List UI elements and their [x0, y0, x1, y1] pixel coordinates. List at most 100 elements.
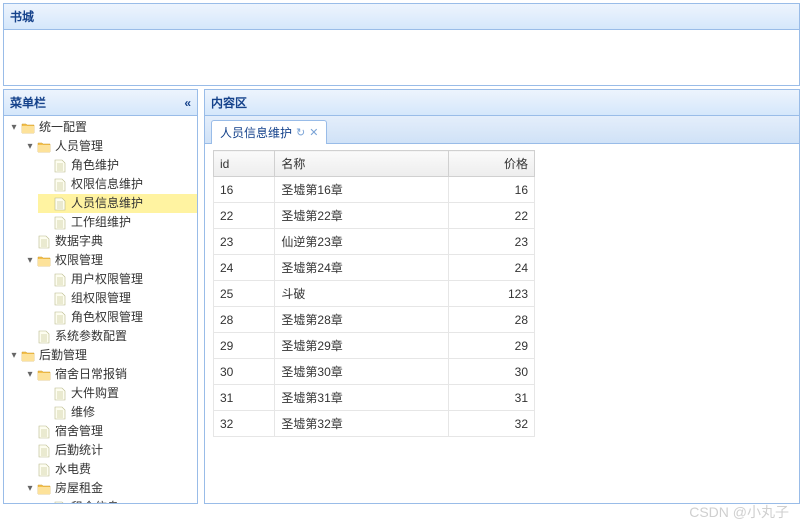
- cell-name: 圣墟第24章: [275, 255, 448, 281]
- tree-item[interactable]: 后勤统计: [22, 441, 197, 460]
- expand-toggle-icon[interactable]: ▾: [24, 138, 36, 155]
- file-icon: [52, 216, 68, 230]
- tree-node-label: 统一配置: [38, 119, 87, 136]
- tree-node-label: 水电费: [54, 461, 91, 478]
- data-grid: id名称价格16圣墟第16章1622圣墟第22章2223仙逆第23章2324圣墟…: [213, 150, 535, 437]
- tree-node-label: 系统参数配置: [54, 328, 127, 345]
- tree-node-label: 后勤管理: [38, 347, 87, 364]
- folder-open-icon: [36, 482, 52, 496]
- top-panel-body: [3, 30, 800, 86]
- table-row[interactable]: 32圣墟第32章32: [214, 411, 535, 437]
- file-icon: [52, 387, 68, 401]
- table-row[interactable]: 24圣墟第24章24: [214, 255, 535, 281]
- column-header-name[interactable]: 名称: [275, 151, 448, 177]
- expand-toggle-icon[interactable]: ▾: [8, 347, 20, 364]
- grid-container: id名称价格16圣墟第16章1622圣墟第22章2223仙逆第23章2324圣墟…: [205, 144, 799, 443]
- content-header: 内容区: [204, 89, 800, 116]
- tabs-strip: 人员信息维护 ↻ ✕: [205, 116, 799, 144]
- nav-tree: ▾统一配置▾人员管理角色维护权限信息维护人员信息维护工作组维护数据字典▾权限管理…: [4, 118, 197, 504]
- tree-node-label: 工作组维护: [70, 214, 131, 231]
- file-icon: [52, 273, 68, 287]
- content-panel: 内容区 人员信息维护 ↻ ✕ id名称价格16圣墟第16章1622圣墟第22章2…: [204, 89, 800, 504]
- cell-name: 圣墟第30章: [275, 359, 448, 385]
- cell-name: 仙逆第23章: [275, 229, 448, 255]
- main-row: 菜单栏 « ▾统一配置▾人员管理角色维护权限信息维护人员信息维护工作组维护数据字…: [3, 89, 800, 504]
- table-row[interactable]: 31圣墟第31章31: [214, 385, 535, 411]
- tree-item[interactable]: 角色权限管理: [38, 308, 197, 327]
- expand-toggle-icon[interactable]: ▾: [24, 252, 36, 269]
- file-icon: [52, 197, 68, 211]
- table-row[interactable]: 23仙逆第23章23: [214, 229, 535, 255]
- top-panel: 书城: [3, 3, 800, 86]
- column-header-price[interactable]: 价格: [448, 151, 534, 177]
- cell-price: 22: [448, 203, 534, 229]
- tree-node-label: 角色权限管理: [70, 309, 143, 326]
- tree-item[interactable]: 组权限管理: [38, 289, 197, 308]
- file-icon: [52, 292, 68, 306]
- tree-item[interactable]: 工作组维护: [38, 213, 197, 232]
- cell-id: 25: [214, 281, 275, 307]
- tree-folder[interactable]: ▾宿舍日常报销: [22, 365, 197, 384]
- tab-personnel-info[interactable]: 人员信息维护 ↻ ✕: [211, 120, 327, 144]
- table-row[interactable]: 28圣墟第28章28: [214, 307, 535, 333]
- tree-folder[interactable]: ▾ 后勤管理: [6, 346, 197, 365]
- cell-name: 圣墟第29章: [275, 333, 448, 359]
- content-body: 人员信息维护 ↻ ✕ id名称价格16圣墟第16章1622圣墟第22章2223仙…: [204, 116, 800, 504]
- table-row[interactable]: 30圣墟第30章30: [214, 359, 535, 385]
- close-icon[interactable]: ✕: [309, 126, 318, 139]
- cell-price: 23: [448, 229, 534, 255]
- folder-open-icon: [36, 254, 52, 268]
- tree-item[interactable]: 维修: [38, 403, 197, 422]
- tree-node-label: 人员信息维护: [70, 195, 143, 212]
- tree-item[interactable]: 角色维护: [38, 156, 197, 175]
- cell-name: 圣墟第16章: [275, 177, 448, 203]
- tree-node-label: 宿舍管理: [54, 423, 103, 440]
- tree-node-label: 房屋租金: [54, 480, 103, 497]
- tree-folder[interactable]: ▾权限管理: [22, 251, 197, 270]
- cell-id: 32: [214, 411, 275, 437]
- cell-id: 30: [214, 359, 275, 385]
- cell-id: 23: [214, 229, 275, 255]
- expand-toggle-icon[interactable]: ▾: [24, 480, 36, 497]
- tree-item[interactable]: 大件购置: [38, 384, 197, 403]
- table-row[interactable]: 29圣墟第29章29: [214, 333, 535, 359]
- expand-toggle-icon[interactable]: ▾: [24, 366, 36, 383]
- tree-item[interactable]: 租金信息: [38, 498, 197, 504]
- cell-price: 31: [448, 385, 534, 411]
- expand-toggle-icon[interactable]: ▾: [8, 119, 20, 136]
- cell-id: 16: [214, 177, 275, 203]
- tree-item[interactable]: 数据字典: [22, 232, 197, 251]
- tree-item[interactable]: 宿舍管理: [22, 422, 197, 441]
- tree-folder[interactable]: ▾ 统一配置: [6, 118, 197, 137]
- tree-item[interactable]: 用户权限管理: [38, 270, 197, 289]
- tree-item[interactable]: 权限信息维护: [38, 175, 197, 194]
- file-icon: [36, 235, 52, 249]
- cell-name: 圣墟第22章: [275, 203, 448, 229]
- tree-folder[interactable]: ▾ 房屋租金: [22, 479, 197, 498]
- watermark: CSDN @小丸子: [689, 502, 789, 522]
- tree-item[interactable]: 系统参数配置: [22, 327, 197, 346]
- cell-id: 29: [214, 333, 275, 359]
- tree-node-label: 组权限管理: [70, 290, 131, 307]
- top-panel-header: 书城: [3, 3, 800, 30]
- cell-name: 圣墟第28章: [275, 307, 448, 333]
- tree-item[interactable]: 人员信息维护: [38, 194, 197, 213]
- table-row[interactable]: 16圣墟第16章16: [214, 177, 535, 203]
- file-icon: [36, 463, 52, 477]
- column-header-id[interactable]: id: [214, 151, 275, 177]
- refresh-icon[interactable]: ↻: [296, 126, 305, 139]
- sidebar-title: 菜单栏: [10, 94, 46, 111]
- cell-price: 24: [448, 255, 534, 281]
- table-row[interactable]: 22圣墟第22章22: [214, 203, 535, 229]
- folder-open-icon: [36, 140, 52, 154]
- file-icon: [52, 501, 68, 505]
- file-icon: [36, 330, 52, 344]
- folder-open-icon: [20, 349, 36, 363]
- file-icon: [36, 425, 52, 439]
- tree-node-label: 人员管理: [54, 138, 103, 155]
- collapse-left-icon[interactable]: «: [184, 96, 191, 110]
- tab-label: 人员信息维护: [220, 124, 292, 141]
- table-row[interactable]: 25斗破123: [214, 281, 535, 307]
- tree-folder[interactable]: ▾ 人员管理: [22, 137, 197, 156]
- tree-item[interactable]: 水电费: [22, 460, 197, 479]
